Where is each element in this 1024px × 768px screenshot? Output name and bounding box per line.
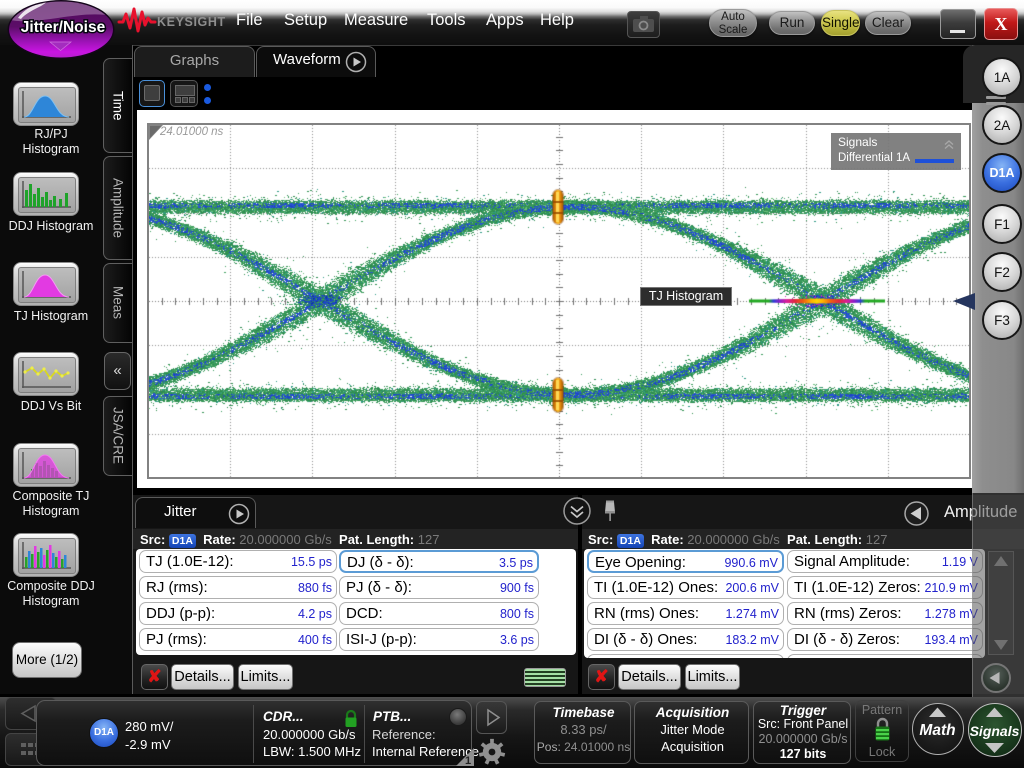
svg-text:Jitter/Noise: Jitter/Noise [21, 19, 106, 36]
svg-text:KEYSIGHT: KEYSIGHT [157, 15, 226, 29]
svg-text:1: 1 [465, 755, 471, 766]
